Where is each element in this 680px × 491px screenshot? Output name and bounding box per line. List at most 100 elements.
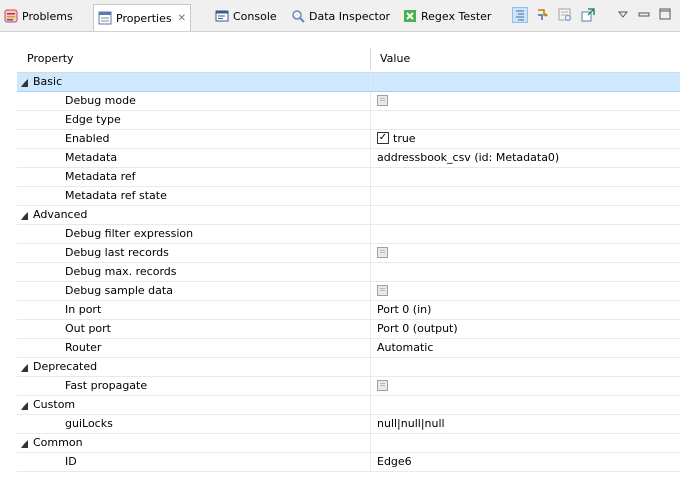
property-value[interactable]: [371, 111, 680, 129]
property-tree: Basic Debug mode Edge type Enabled ✓ true Meta…: [17, 73, 680, 472]
property-value[interactable]: [371, 282, 680, 300]
property-value[interactable]: [371, 168, 680, 186]
property-value[interactable]: Edge6: [371, 453, 680, 471]
close-icon[interactable]: ✕: [178, 13, 186, 24]
checkbox-checked-icon[interactable]: ✓: [377, 132, 389, 144]
property-value-text: Port 0 (output): [377, 322, 458, 335]
property-value[interactable]: null|null|null: [371, 415, 680, 433]
property-row[interactable]: Metadata ref: [17, 168, 680, 187]
property-row[interactable]: Debug mode: [17, 92, 680, 111]
category-value: [371, 206, 680, 224]
console-icon: [215, 9, 229, 23]
tab-problems[interactable]: Problems: [4, 6, 73, 26]
property-row[interactable]: Fast propagate: [17, 377, 680, 396]
maximize-icon[interactable]: [658, 7, 674, 23]
tab-label: Properties: [116, 11, 172, 25]
category-value: [371, 434, 680, 452]
checkbox-disabled-icon[interactable]: [377, 94, 388, 106]
filter-advanced-icon[interactable]: [535, 7, 551, 23]
property-value-text: Edge6: [377, 455, 412, 468]
property-value-text: null|null|null: [377, 417, 445, 430]
restore-defaults-icon[interactable]: [557, 7, 573, 23]
property-row[interactable]: Debug sample data: [17, 282, 680, 301]
property-value-text: Automatic: [377, 341, 434, 354]
property-name: In port: [65, 303, 102, 316]
pin-icon[interactable]: [580, 7, 596, 23]
property-row[interactable]: ID Edge6: [17, 453, 680, 472]
checkbox-disabled-icon[interactable]: [377, 246, 388, 258]
property-value[interactable]: [371, 187, 680, 205]
checkbox-disabled-icon[interactable]: [377, 284, 388, 296]
category-label: Basic: [33, 75, 63, 88]
category-value: [371, 358, 680, 376]
category-label: Deprecated: [33, 360, 98, 373]
category-label: Common: [33, 436, 83, 449]
tab-data-inspector[interactable]: Data Inspector: [291, 6, 390, 26]
property-name: Edge type: [65, 113, 121, 126]
category-row-common[interactable]: Common: [17, 434, 680, 453]
property-value[interactable]: [371, 377, 680, 395]
property-row[interactable]: Debug last records: [17, 244, 680, 263]
property-name: Fast propagate: [65, 379, 148, 392]
property-row[interactable]: Out port Port 0 (output): [17, 320, 680, 339]
property-name: Debug last records: [65, 246, 169, 259]
property-name: Metadata ref state: [65, 189, 167, 202]
property-value[interactable]: Port 0 (in): [371, 301, 680, 319]
column-header-value[interactable]: Value: [370, 45, 410, 72]
property-name: ID: [65, 455, 77, 468]
property-name: Metadata: [65, 151, 118, 164]
properties-icon: [98, 11, 112, 25]
property-row[interactable]: Edge type: [17, 111, 680, 130]
property-row[interactable]: Metadata ref state: [17, 187, 680, 206]
category-label: Advanced: [33, 208, 88, 221]
property-row[interactable]: guiLocks null|null|null: [17, 415, 680, 434]
property-value[interactable]: ✓ true: [371, 130, 680, 148]
property-row[interactable]: Enabled ✓ true: [17, 130, 680, 149]
property-name: guiLocks: [65, 417, 113, 430]
property-row[interactable]: Debug filter expression: [17, 225, 680, 244]
properties-view: Property Value Basic Debug mode Edge type E…: [0, 32, 680, 491]
category-row-basic[interactable]: Basic: [17, 73, 680, 92]
tab-regex-tester[interactable]: Regex Tester: [403, 6, 491, 26]
category-row-deprecated[interactable]: Deprecated: [17, 358, 680, 377]
category-row-advanced[interactable]: Advanced: [17, 206, 680, 225]
tab-console[interactable]: Console: [215, 6, 277, 26]
category-value: [371, 396, 680, 414]
property-row[interactable]: Debug max. records: [17, 263, 680, 282]
property-value[interactable]: [371, 225, 680, 243]
tab-properties[interactable]: Properties ✕: [93, 4, 191, 31]
property-value-text: Port 0 (in): [377, 303, 432, 316]
property-value[interactable]: Port 0 (output): [371, 320, 680, 338]
minimize-icon[interactable]: [637, 7, 653, 23]
property-value-text: true: [393, 132, 416, 145]
view-tab-bar: Problems Properties ✕ Console Data Inspe…: [0, 0, 680, 32]
property-value[interactable]: [371, 92, 680, 110]
category-row-custom[interactable]: Custom: [17, 396, 680, 415]
property-value-text: addressbook_csv (id: Metadata0): [377, 151, 560, 164]
regex-icon: [403, 9, 417, 23]
column-header-property[interactable]: Property: [17, 45, 74, 72]
problems-icon: [4, 9, 18, 23]
property-value[interactable]: Automatic: [371, 339, 680, 357]
property-value[interactable]: [371, 263, 680, 281]
view-menu-icon[interactable]: [616, 7, 632, 23]
magnifier-icon: [291, 9, 305, 23]
show-categories-icon[interactable]: [512, 7, 528, 23]
checkbox-disabled-icon[interactable]: [377, 379, 388, 391]
property-name: Metadata ref: [65, 170, 136, 183]
property-name: Debug sample data: [65, 284, 173, 297]
category-label: Custom: [33, 398, 76, 411]
tab-label: Regex Tester: [421, 9, 492, 23]
property-row[interactable]: Router Automatic: [17, 339, 680, 358]
tab-label: Console: [233, 9, 277, 23]
property-row[interactable]: Metadata addressbook_csv (id: Metadata0): [17, 149, 680, 168]
property-value[interactable]: addressbook_csv (id: Metadata0): [371, 149, 680, 167]
table-header: Property Value: [17, 45, 680, 73]
property-name: Debug mode: [65, 94, 136, 107]
property-row[interactable]: In port Port 0 (in): [17, 301, 680, 320]
property-value[interactable]: [371, 244, 680, 262]
property-name: Enabled: [65, 132, 110, 145]
tab-label: Problems: [22, 9, 73, 23]
category-value: [371, 73, 680, 91]
property-name: Out port: [65, 322, 111, 335]
